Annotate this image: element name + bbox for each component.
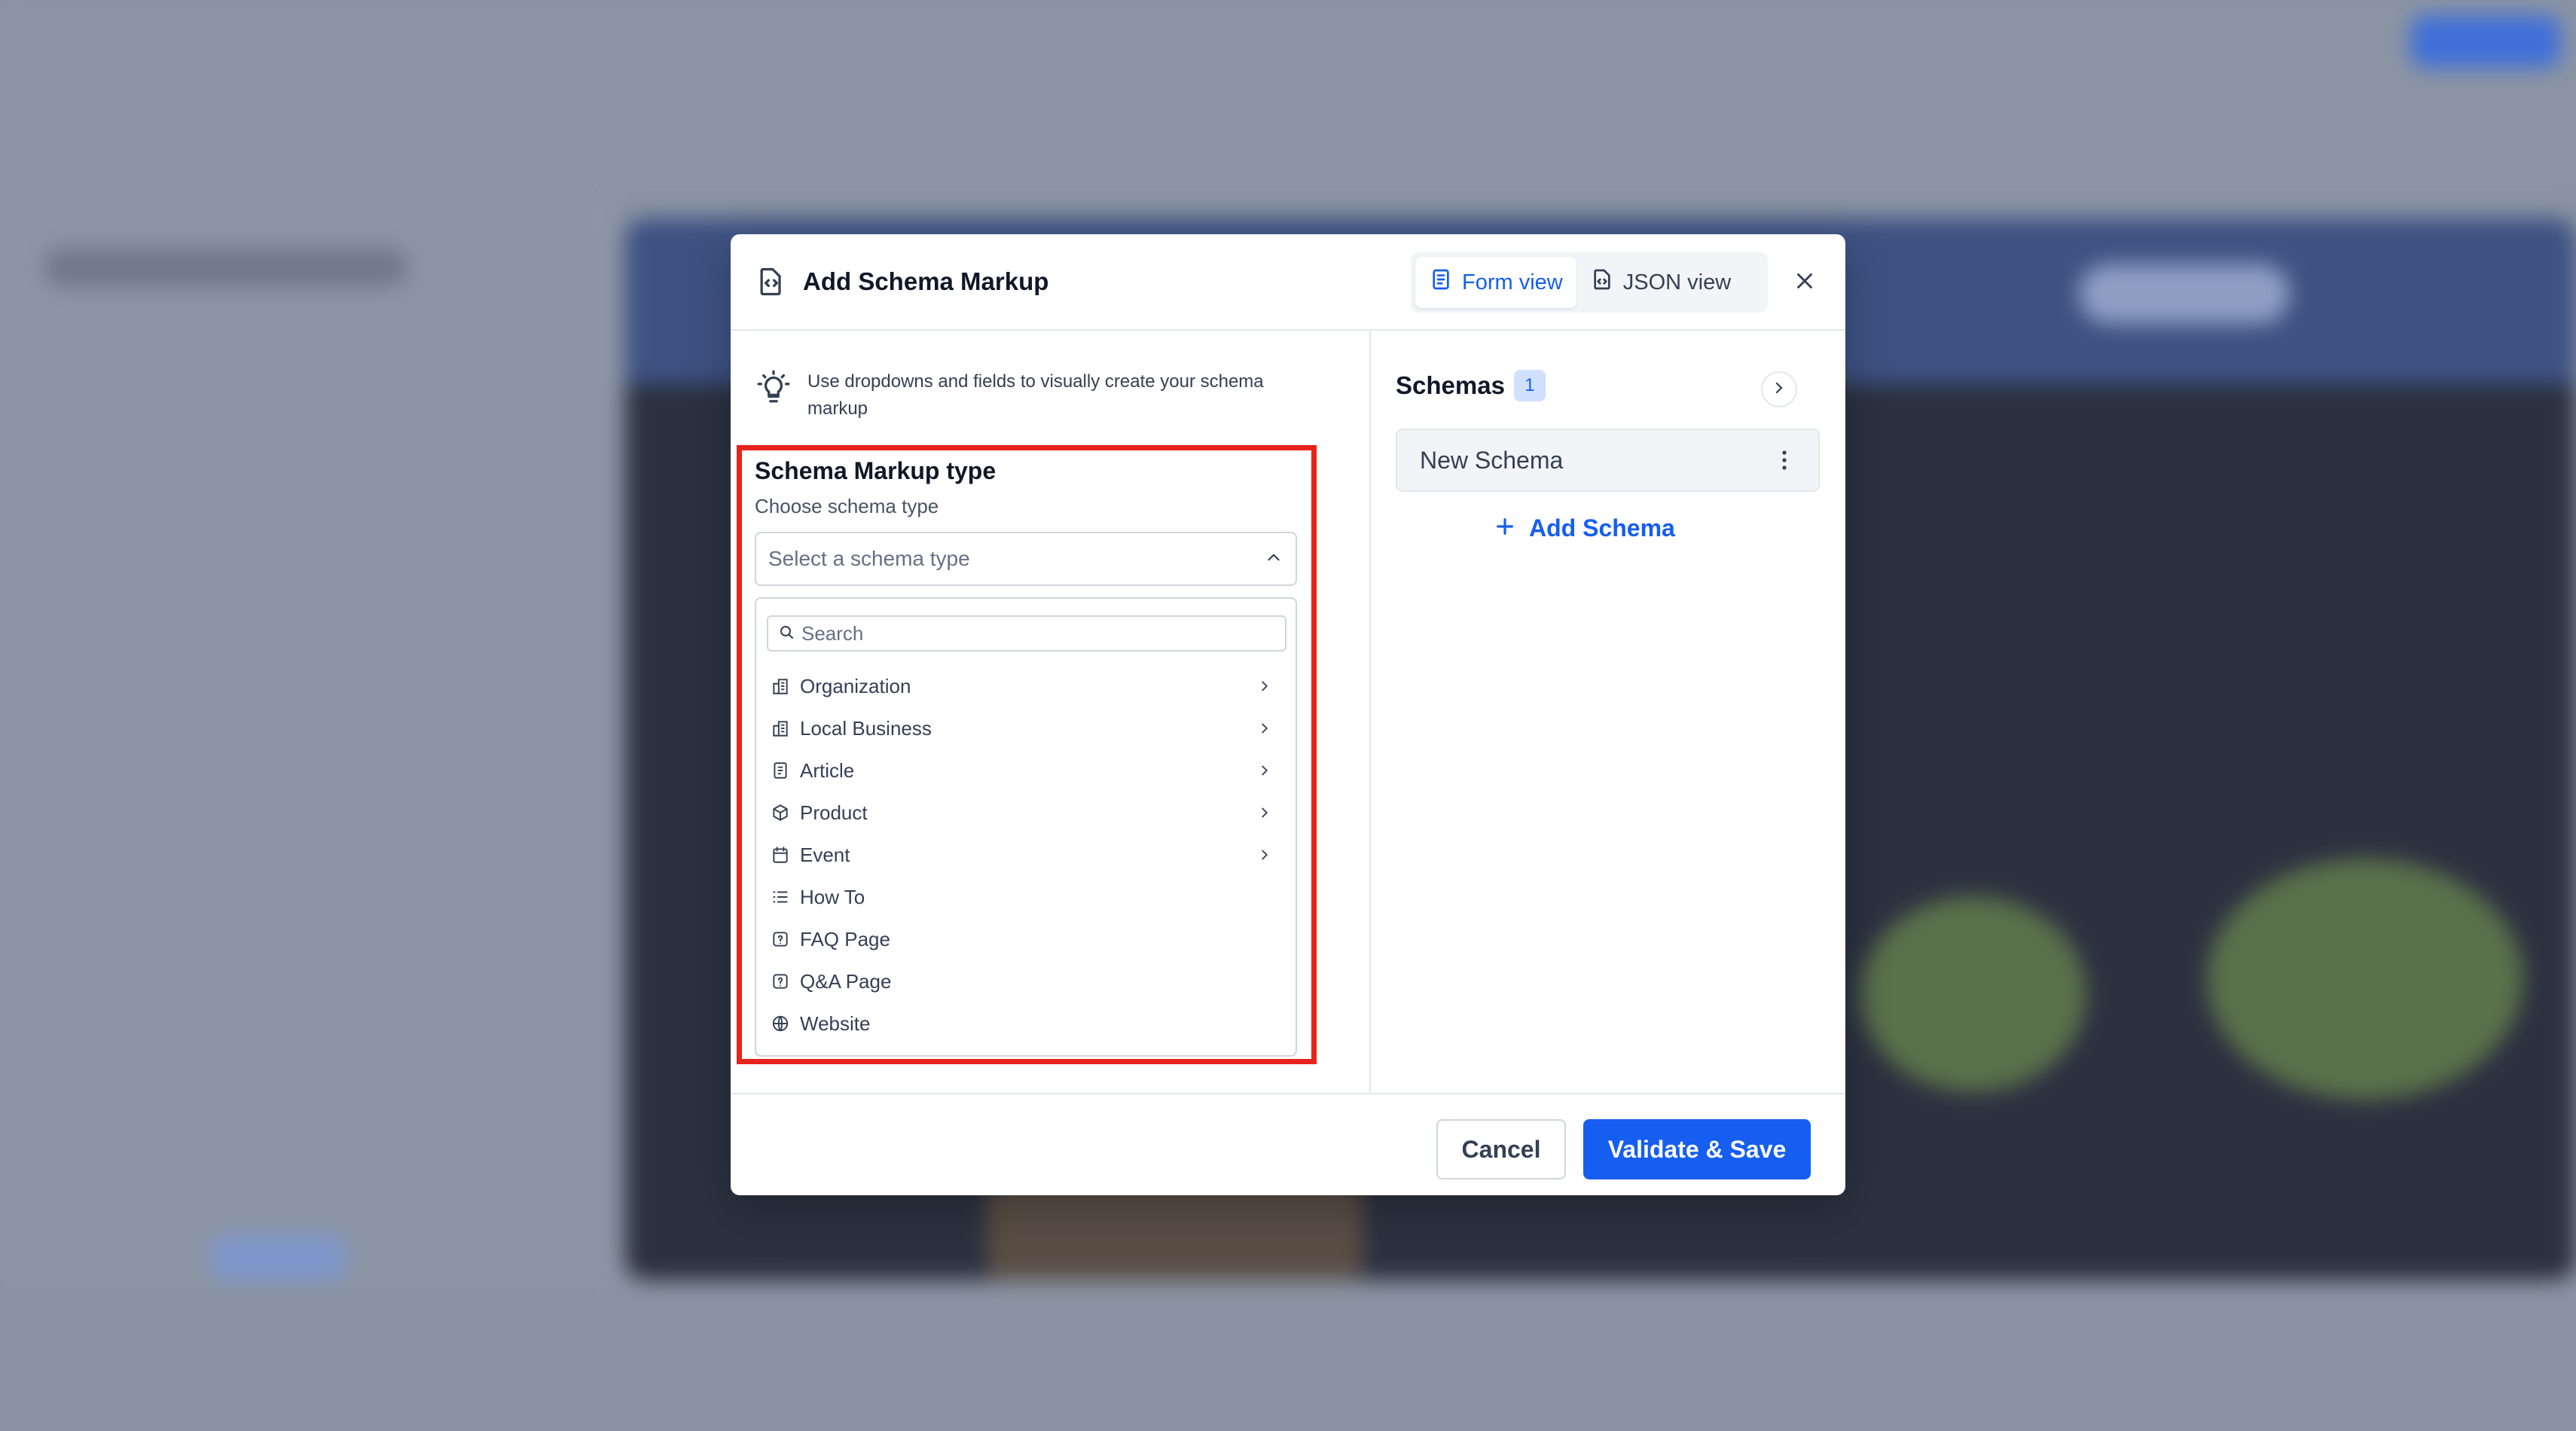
option-label: FAQ Page	[800, 927, 890, 950]
hint: Use dropdowns and fields to visually cre…	[755, 368, 1327, 423]
schema-type-title: Schema Markup type	[755, 457, 997, 484]
option-qa-page[interactable]: Q&A Page	[767, 960, 1286, 1002]
schema-type-select[interactable]: Select a schema type	[755, 532, 1297, 586]
json-view-tab[interactable]: JSON view	[1576, 257, 1744, 308]
schema-item-label: New Schema	[1420, 446, 1564, 474]
building-icon	[770, 718, 791, 739]
code-file-icon	[755, 265, 788, 298]
option-article[interactable]: Article	[767, 749, 1286, 792]
background-topbar	[0, 0, 2576, 188]
expand-button[interactable]	[1761, 371, 1797, 407]
modal-body: Use dropdowns and fields to visually cre…	[731, 331, 1845, 1093]
option-local-business[interactable]: Local Business	[767, 707, 1286, 749]
add-schema-label: Add Schema	[1529, 514, 1675, 542]
option-label: Product	[800, 801, 868, 824]
chevron-right-icon	[1253, 801, 1276, 824]
option-how-to[interactable]: How To	[767, 876, 1286, 918]
schema-type-dropdown: Search Organization Local Business Artic…	[755, 597, 1297, 1057]
calendar-icon	[770, 844, 791, 865]
lightbulb-icon	[755, 368, 792, 406]
validate-save-button[interactable]: Validate & Save	[1583, 1119, 1811, 1179]
option-label: Local Business	[800, 716, 932, 740]
modal-header: Add Schema Markup Form view JSON view	[731, 234, 1845, 331]
more-vertical-icon[interactable]	[1773, 445, 1796, 475]
schemas-pane: Schemas 1 New Schema Add Schema	[1371, 331, 1845, 1093]
schema-search-input[interactable]: Search	[767, 615, 1286, 651]
form-view-tab[interactable]: Form view	[1415, 257, 1576, 308]
option-faq-page[interactable]: FAQ Page	[767, 918, 1286, 960]
select-placeholder: Select a schema type	[768, 547, 970, 570]
schemas-title: Schemas	[1396, 371, 1505, 399]
chevron-up-icon	[1264, 548, 1283, 571]
schema-type-subtitle: Choose schema type	[755, 495, 939, 517]
chevron-right-icon	[1253, 844, 1276, 866]
background-shape	[987, 1182, 1363, 1280]
form-view-label: Form view	[1462, 270, 1563, 294]
background-shape	[1860, 896, 2086, 1092]
cube-icon	[770, 802, 791, 823]
code-file-icon	[1590, 267, 1614, 297]
globe-icon	[770, 1013, 791, 1034]
json-view-label: JSON view	[1622, 270, 1732, 294]
modal-title: Add Schema Markup	[803, 267, 1049, 295]
background-footer	[0, 1280, 2576, 1431]
schemas-count-badge: 1	[1513, 370, 1546, 401]
question-icon	[770, 971, 791, 992]
chevron-right-icon	[1253, 675, 1276, 697]
close-button[interactable]	[1785, 263, 1824, 302]
option-organization[interactable]: Organization	[767, 665, 1286, 707]
background-shape	[2207, 859, 2523, 1100]
background-link	[211, 1235, 346, 1280]
background-pill	[2079, 264, 2290, 324]
modal-footer: Cancel Validate & Save	[731, 1093, 1845, 1195]
search-icon	[777, 623, 795, 645]
plus-icon	[1493, 514, 1517, 542]
search-placeholder: Search	[801, 621, 864, 645]
add-schema-modal: Add Schema Markup Form view JSON view Us…	[731, 234, 1845, 1195]
schema-item[interactable]: New Schema	[1396, 429, 1820, 492]
add-schema-button[interactable]: Add Schema	[1493, 505, 1675, 551]
cancel-button[interactable]: Cancel	[1436, 1119, 1566, 1179]
chevron-right-icon	[1253, 759, 1276, 782]
option-label: Website	[800, 1011, 871, 1035]
option-website[interactable]: Website	[767, 1002, 1286, 1045]
option-label: Event	[800, 843, 850, 866]
schemas-header: Schemas 1	[1396, 370, 1546, 401]
hint-text: Use dropdowns and fields to visually cre…	[807, 371, 1264, 419]
option-label: Q&A Page	[800, 969, 892, 993]
option-label: How To	[800, 885, 865, 908]
option-event[interactable]: Event	[767, 834, 1286, 876]
option-label: Organization	[800, 674, 911, 697]
background-text	[45, 249, 407, 286]
question-icon	[770, 929, 791, 950]
document-icon	[770, 760, 791, 781]
form-icon	[1429, 267, 1453, 297]
close-icon	[1792, 268, 1818, 297]
building-icon	[770, 676, 791, 697]
list-icon	[770, 886, 791, 908]
view-toggle: Form view JSON view	[1411, 252, 1768, 313]
form-pane: Use dropdowns and fields to visually cre…	[731, 331, 1371, 1093]
background-button	[2410, 15, 2561, 68]
option-product[interactable]: Product	[767, 792, 1286, 834]
option-label: Article	[800, 758, 855, 782]
chevron-right-icon	[1770, 379, 1788, 401]
chevron-right-icon	[1253, 717, 1276, 740]
